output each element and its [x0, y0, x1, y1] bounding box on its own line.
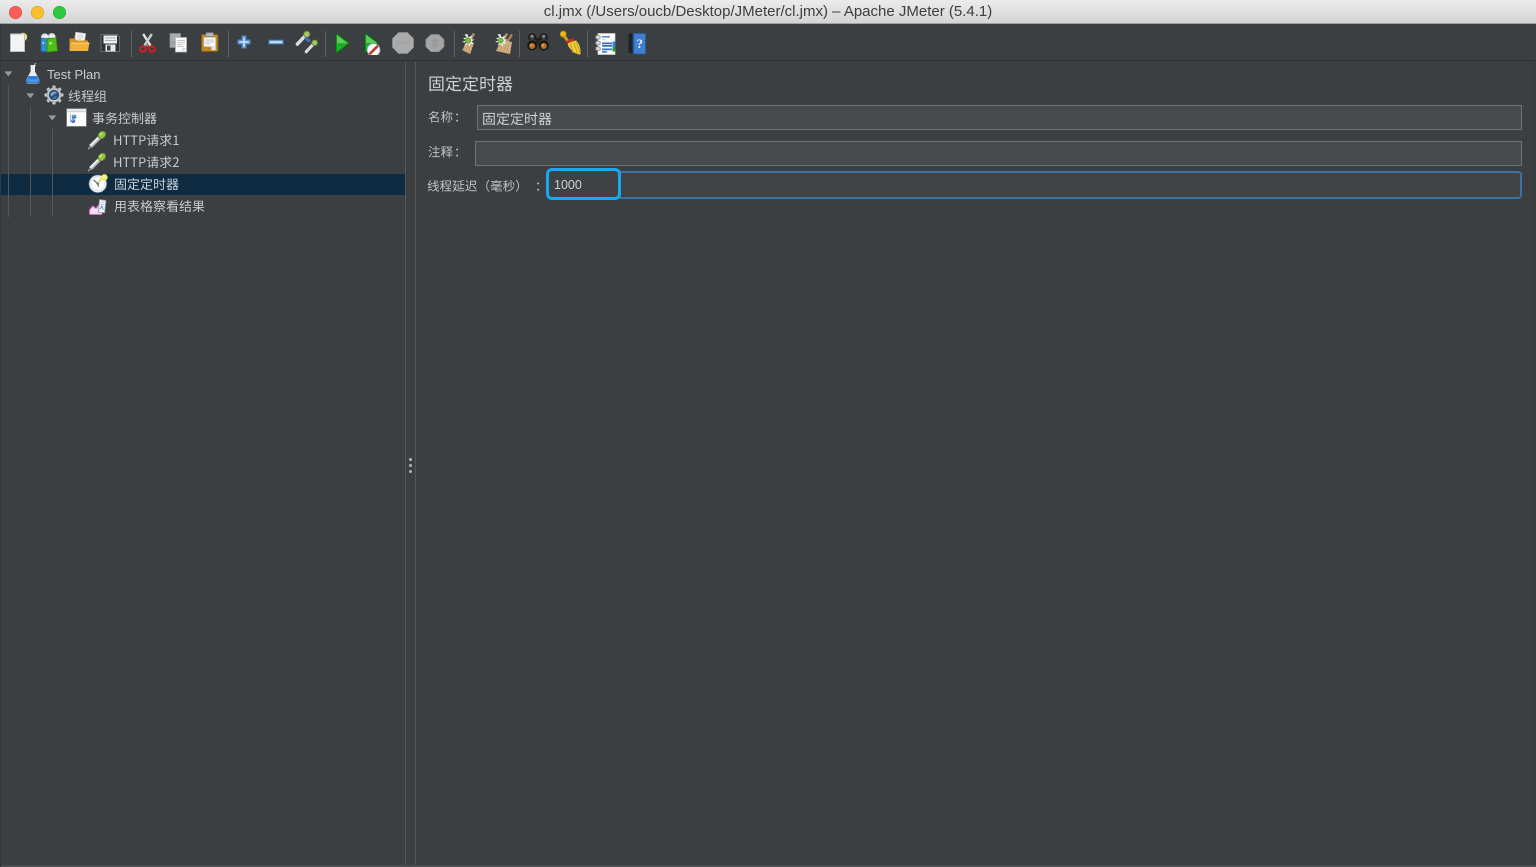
svg-text:STOP: STOP: [395, 41, 410, 47]
svg-text:?: ?: [636, 36, 643, 51]
